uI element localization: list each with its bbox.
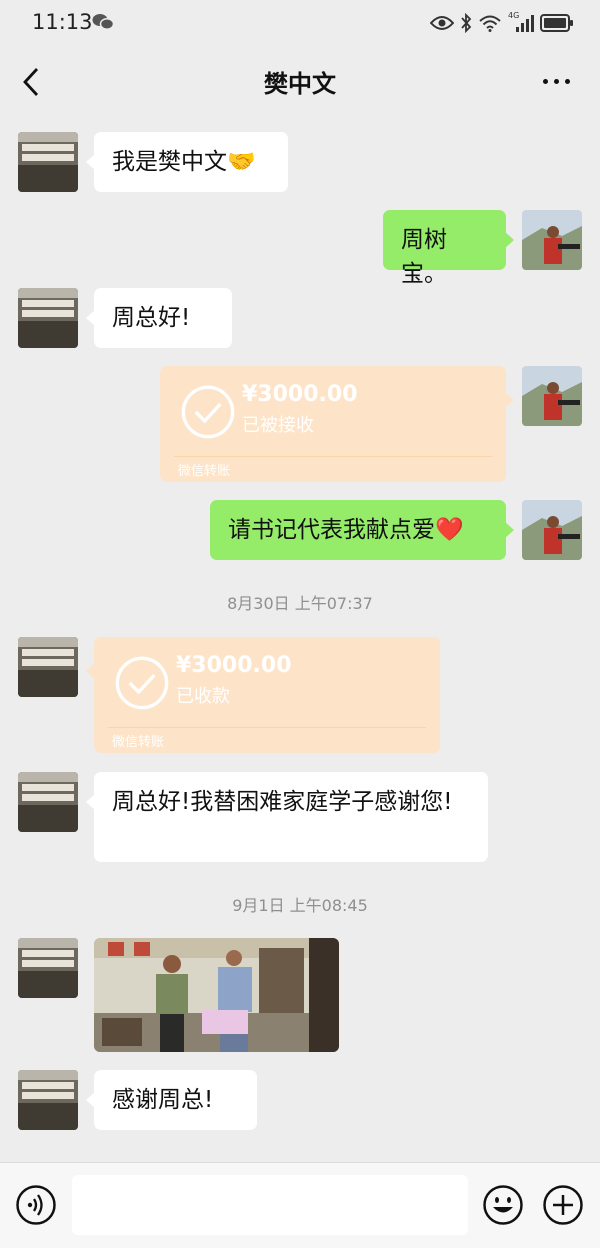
message-input[interactable]	[72, 1175, 468, 1235]
message-bubble-received[interactable]: 我是樊中文🤝	[86, 132, 288, 192]
transfer-status: 已收款	[176, 686, 230, 707]
more-icon[interactable]	[540, 68, 574, 94]
signal-icon	[516, 15, 534, 32]
self-avatar[interactable]	[522, 366, 582, 426]
transfer-divider	[174, 456, 492, 457]
contact-avatar[interactable]	[18, 772, 78, 832]
battery-icon	[540, 14, 573, 32]
status-time: 11:13	[32, 10, 93, 34]
contact-avatar[interactable]	[18, 637, 78, 697]
message-bubble-sent[interactable]: 周树宝。	[383, 210, 514, 287]
emoji-icon[interactable]	[483, 1185, 523, 1225]
transfer-card-sent[interactable]: ¥3000.00 已被接收 微信转账	[160, 366, 514, 482]
transfer-label: 微信转账	[112, 735, 165, 750]
message-bubble-sent[interactable]: 请书记代表我献点爱❤️	[210, 500, 514, 560]
bluetooth-icon	[461, 13, 472, 33]
composer-bar	[0, 1162, 600, 1248]
transfer-amount: ¥3000.00	[242, 382, 358, 407]
wechat-icon	[92, 14, 114, 30]
chat-timestamp: 8月30日 上午07:37	[227, 594, 373, 613]
contact-avatar[interactable]	[18, 938, 78, 998]
contact-avatar[interactable]	[18, 288, 78, 348]
status-bar: 11:13 4G	[0, 0, 600, 46]
plus-icon[interactable]	[543, 1185, 583, 1225]
message-bubble-received[interactable]: 周总好!我替困难家庭学子感谢您!	[86, 772, 488, 862]
transfer-status: 已被接收	[242, 415, 314, 436]
contact-avatar[interactable]	[18, 1070, 78, 1130]
message-bubble-received[interactable]: 周总好!	[86, 288, 232, 348]
transfer-divider	[108, 727, 426, 728]
transfer-check-icon	[181, 385, 235, 439]
transfer-card-received[interactable]: ¥3000.00 已收款 微信转账	[86, 637, 440, 753]
message-bubble-received[interactable]: 感谢周总!	[86, 1070, 257, 1130]
photo-message[interactable]	[94, 938, 339, 1052]
chat-timestamp: 9月1日 上午08:45	[232, 896, 368, 915]
voice-icon[interactable]	[16, 1185, 56, 1225]
contact-avatar[interactable]	[18, 132, 78, 192]
transfer-amount: ¥3000.00	[176, 653, 292, 678]
self-avatar[interactable]	[522, 500, 582, 560]
wifi-icon	[479, 15, 501, 32]
chat-header: 樊中文	[0, 46, 600, 118]
eye-icon	[430, 16, 454, 30]
transfer-label: 微信转账	[178, 464, 231, 479]
transfer-check-icon	[115, 656, 169, 710]
self-avatar[interactable]	[522, 210, 582, 270]
chat-title: 樊中文	[264, 70, 336, 98]
